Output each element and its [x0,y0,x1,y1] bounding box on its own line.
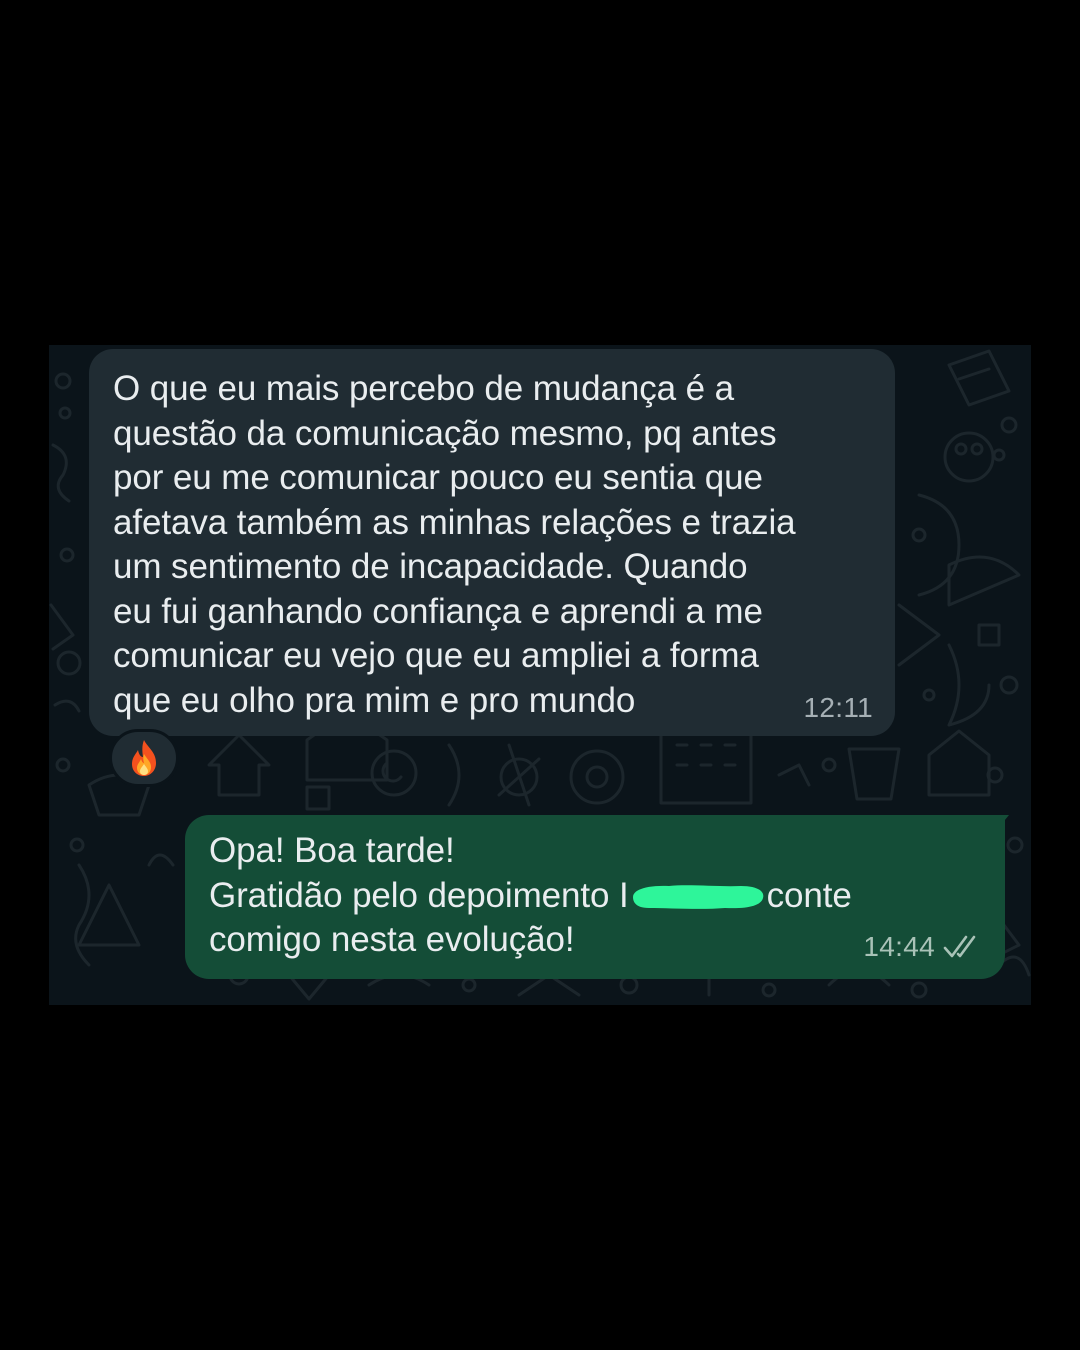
outgoing-message-meta: 14:44 [863,925,983,970]
outgoing-message-line: Gratidão pelo depoimento Iconte [209,874,981,919]
incoming-message-line: O que eu mais percebo de mudança é a [113,369,734,408]
incoming-message-bubble[interactable]: O que eu mais percebo de mudança é a que… [89,349,895,736]
outgoing-line-text: Gratidão pelo depoimento [209,875,619,915]
incoming-message-line: questão da comunicação mesmo, pq antes [113,413,777,453]
incoming-message-time: 12:11 [803,691,873,723]
outgoing-line-text: conte [766,875,852,915]
incoming-message-line: afetava também as minhas relações e traz… [113,502,796,542]
outgoing-line-partial-char: I [619,875,629,915]
fire-emoji-icon [132,740,156,776]
outgoing-message-bubble[interactable]: Opa! Boa tarde! Gratidão pelo depoimento… [185,815,1005,979]
incoming-message-line: que eu olho pra mim e pro mundo [113,680,636,720]
chat-screenshot: O que eu mais percebo de mudança é a que… [49,345,1031,1005]
incoming-message-line: eu fui ganhando confiança e aprendi a me [113,591,763,631]
double-check-read-icon [943,935,976,958]
message-reaction[interactable] [109,729,179,787]
redaction-highlight-mark [629,881,767,913]
incoming-message-line: um sentimento de incapacidade. Quando [113,547,748,586]
outgoing-message-line: Opa! Boa tarde! [209,831,455,870]
incoming-message-line: por eu me comunicar pouco eu sentia que [113,458,763,497]
outgoing-message-time: 14:44 [863,930,935,962]
incoming-message-line: comunicar eu vejo que eu ampliei a forma [113,636,759,675]
